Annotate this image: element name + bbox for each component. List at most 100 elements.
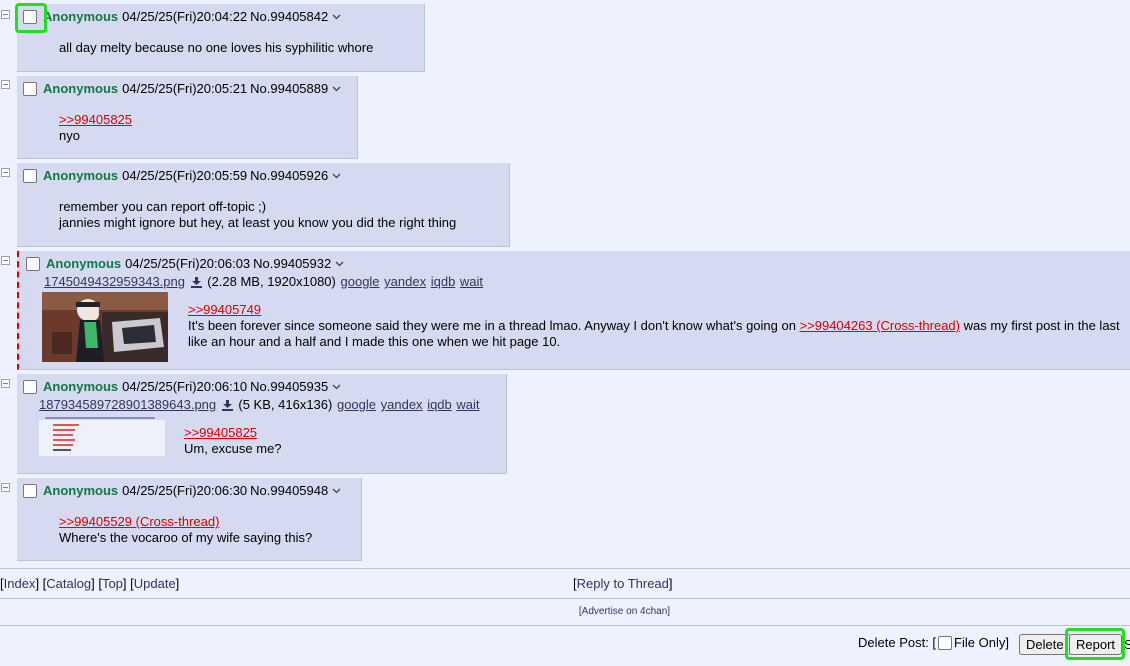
chevron-down-icon[interactable] <box>332 488 341 494</box>
highlight-box <box>1065 628 1125 660</box>
post-number[interactable]: No.99405932 <box>253 256 331 271</box>
post-number[interactable]: No.99405842 <box>250 9 328 24</box>
quote-link[interactable]: >>99405529 (Cross-thread) <box>59 514 312 530</box>
divider <box>0 598 1130 599</box>
post-header: Anonymous 04/25/25(Fri)20:06:10 No.99405… <box>23 379 341 394</box>
file-only-checkbox[interactable] <box>938 635 953 650</box>
post-99405889: Anonymous 04/25/25(Fri)20:05:21 No.99405… <box>17 76 358 159</box>
nav-center: [Reply to Thread] <box>573 576 673 591</box>
divider <box>0 625 1130 626</box>
nav-update-link[interactable]: Update <box>134 576 176 591</box>
poster-name: Anonymous <box>43 379 119 394</box>
chevron-down-icon[interactable] <box>335 261 344 267</box>
poster-name: Anonymous <box>46 256 122 271</box>
search-link-yandex[interactable]: yandex <box>381 397 423 412</box>
post-99405842: Anonymous 04/25/25(Fri)20:04:22 No.99405… <box>17 4 425 72</box>
collapse-toggle-icon[interactable] <box>1 10 10 19</box>
download-icon[interactable] <box>221 399 233 414</box>
message-line: Where's the vocaroo of my wife saying th… <box>59 530 313 545</box>
post-datetime: 04/25/25(Fri)20:05:59 <box>122 168 248 183</box>
download-icon[interactable] <box>190 276 202 291</box>
post-message: >>99405749 It's been forever since someo… <box>188 302 1120 350</box>
post-select-checkbox[interactable] <box>23 81 37 96</box>
search-link-iqdb[interactable]: iqdb <box>431 274 456 289</box>
cross-thread-link[interactable]: >>99404263 (Cross-thread) <box>800 318 960 333</box>
collapse-toggle-icon[interactable] <box>1 256 10 265</box>
nav-top-link[interactable]: Top <box>102 576 123 591</box>
post-datetime: 04/25/25(Fri)20:05:21 <box>122 81 248 96</box>
collapse-toggle-icon[interactable] <box>1 80 10 89</box>
highlight-box <box>15 3 47 33</box>
post-header: Anonymous 04/25/25(Fri)20:05:21 No.99405… <box>23 81 341 96</box>
collapse-toggle-icon[interactable] <box>1 168 10 177</box>
post-number[interactable]: No.99405935 <box>250 379 328 394</box>
search-link-yandex[interactable]: yandex <box>384 274 426 289</box>
file-meta: (5 KB, 416x136) <box>238 397 333 412</box>
post-99405932: Anonymous 04/25/25(Fri)20:06:03 No.99405… <box>17 251 1130 370</box>
post-message: >>99405825 Um, excuse me? <box>184 425 282 457</box>
file-link[interactable]: 1879345897289013896​43.png <box>39 397 216 412</box>
quote-link[interactable]: >>99405749 <box>188 302 1120 318</box>
quote-link[interactable]: >>99405825 <box>184 425 282 441</box>
file-info: 1745049432959343.png (2.28 MB, 1920x1080… <box>44 274 483 291</box>
post-number[interactable]: No.99405889 <box>250 81 328 96</box>
post-datetime: 04/25/25(Fri)20:06:03 <box>125 256 251 271</box>
post-select-checkbox[interactable] <box>26 256 40 271</box>
post-number[interactable]: No.99405948 <box>250 483 328 498</box>
message-text: It's been forever since someone said the… <box>188 318 800 333</box>
post-select-checkbox[interactable] <box>23 168 37 183</box>
delete-form: Delete Post: [ File Only] <box>858 635 1009 650</box>
message-line: It's been forever since someone said the… <box>188 318 1120 334</box>
message-line: like an hour and a half and I made this … <box>188 334 561 349</box>
post-thumbnail-image[interactable] <box>39 415 165 456</box>
search-link-wait[interactable]: wait <box>456 397 479 412</box>
nav-index-link[interactable]: Index <box>4 576 36 591</box>
post-number[interactable]: No.99405926 <box>250 168 328 183</box>
chevron-down-icon[interactable] <box>332 86 341 92</box>
message-line: jannies might ignore but hey, at least y… <box>59 215 457 230</box>
post-message: remember you can report off-topic ;) jan… <box>59 199 456 231</box>
search-link-wait[interactable]: wait <box>460 274 483 289</box>
post-datetime: 04/25/25(Fri)20:04:22 <box>122 9 248 24</box>
post-message: all day melty because no one loves his s… <box>59 40 374 55</box>
search-link-iqdb[interactable]: iqdb <box>427 397 452 412</box>
reply-to-thread-link[interactable]: Reply to Thread <box>577 576 669 591</box>
post-header: Anonymous 04/25/25(Fri)20:04:22 No.99405… <box>23 9 341 24</box>
message-line: nyo <box>59 128 80 143</box>
search-link-google[interactable]: google <box>337 397 376 412</box>
delete-button[interactable]: Delete <box>1019 634 1071 655</box>
chevron-down-icon[interactable] <box>332 173 341 179</box>
divider <box>0 568 1130 569</box>
post-datetime: 04/25/25(Fri)20:06:10 <box>122 379 248 394</box>
poster-name: Anonymous <box>43 9 119 24</box>
nav-left: [Index] [Catalog] [Top] [Update] <box>0 576 180 591</box>
poster-name: Anonymous <box>43 81 119 96</box>
chevron-down-icon[interactable] <box>332 14 341 20</box>
file-info: 1879345897289013896​43.png (5 KB, 416x13… <box>39 397 480 414</box>
collapse-toggle-icon[interactable] <box>1 379 10 388</box>
post-datetime: 04/25/25(Fri)20:06:30 <box>122 483 248 498</box>
poster-name: Anonymous <box>43 168 119 183</box>
post-thumbnail-image[interactable] <box>42 292 168 362</box>
post-99405935: Anonymous 04/25/25(Fri)20:06:10 No.99405… <box>17 374 507 474</box>
search-link-google[interactable]: google <box>341 274 380 289</box>
post-message: >>99405529 (Cross-thread) Where's the vo… <box>59 514 312 546</box>
post-header: Anonymous 04/25/25(Fri)20:06:30 No.99405… <box>23 483 341 498</box>
post-99405948: Anonymous 04/25/25(Fri)20:06:30 No.99405… <box>17 478 362 561</box>
file-link[interactable]: 1745049432959343.png <box>44 274 185 289</box>
post-select-checkbox[interactable] <box>23 483 37 498</box>
file-only-label: File Only] <box>954 635 1009 650</box>
quote-link[interactable]: >>99405825 <box>59 112 132 128</box>
post-select-checkbox[interactable] <box>23 379 37 394</box>
poster-name: Anonymous <box>43 483 119 498</box>
collapse-toggle-icon[interactable] <box>1 483 10 492</box>
post-header: Anonymous 04/25/25(Fri)20:05:59 No.99405… <box>23 168 341 183</box>
delete-post-label: Delete Post: [ <box>858 635 937 650</box>
advertise-link[interactable]: [Advertise on 4chan] <box>0 606 1130 617</box>
post-99405926: Anonymous 04/25/25(Fri)20:05:59 No.99405… <box>17 163 510 247</box>
chevron-down-icon[interactable] <box>332 384 341 390</box>
trailing-text: S <box>1124 637 1130 652</box>
nav-catalog-link[interactable]: Catalog <box>46 576 91 591</box>
post-header: Anonymous 04/25/25(Fri)20:06:03 No.99405… <box>26 256 344 271</box>
post-message: >>99405825 nyo <box>59 112 132 144</box>
